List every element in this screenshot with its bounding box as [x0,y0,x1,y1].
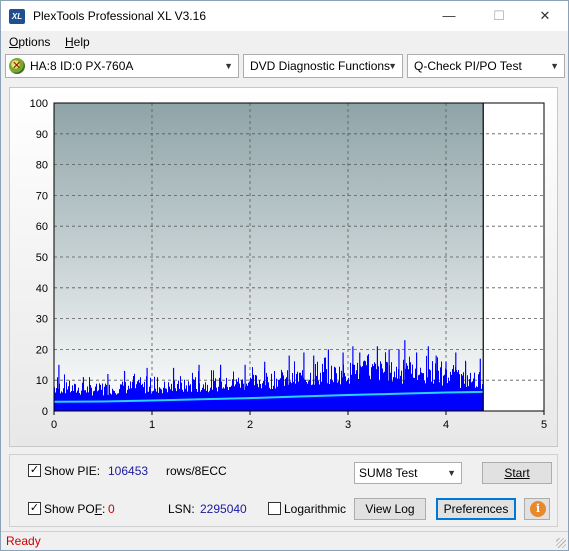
pof-value: 0 [108,502,115,516]
pie-value: 106453 [108,464,149,478]
info-button[interactable]: i [524,498,550,520]
menu-help[interactable]: Help [65,35,90,49]
maximize-button[interactable]: ☐ [476,1,522,31]
drive-select-value: HA:8 ID:0 PX-760A [30,59,134,73]
show-pof-label-post: : [102,502,106,516]
show-pof-label: Show POF: [44,502,105,516]
app-window: XL PlexTools Professional XL V3.16 — ☐ ✕… [0,0,569,551]
pi-po-chart: 0 10 20 30 40 50 60 70 80 90 100 0 1 2 3 4 5 [30,98,547,431]
y-tick-label: 10 [36,375,48,387]
y-tick-label: 0 [42,406,48,418]
title-bar: XL PlexTools Professional XL V3.16 — ☐ ✕ [1,1,568,31]
x-tick-label: 3 [345,419,351,431]
y-tick-label: 70 [36,190,48,202]
window-title: PlexTools Professional XL V3.16 [33,9,206,23]
start-button-label: Start [504,466,530,480]
menu-options[interactable]: Options [9,35,50,49]
chevron-down-icon: ▼ [388,61,397,71]
x-tick-label: 4 [443,419,449,431]
drive-disc-icon: ✕ [9,58,25,74]
x-tick-label: 1 [149,419,155,431]
minimize-button[interactable]: — [426,1,472,31]
checkmark-icon: ✓ [29,464,40,476]
view-log-button[interactable]: View Log [354,498,426,520]
show-pof-label-pre: Show PO [44,502,95,516]
test-select[interactable]: Q-Check PI/PO Test ▼ [407,54,565,78]
menu-help-accel: H [65,35,74,49]
show-pof-checkbox[interactable]: ✓ [28,502,41,515]
sum-test-select[interactable]: SUM8 Test ▼ [354,462,462,484]
chart-area: 0 10 20 30 40 50 60 70 80 90 100 0 1 2 3 4 5 [9,87,558,447]
test-select-value: Q-Check PI/PO Test [414,59,522,73]
y-tick-label: 20 [36,344,48,356]
y-tick-label: 100 [30,98,48,110]
menu-options-label: ptions [18,35,51,49]
checkmark-icon: ✓ [29,502,40,514]
menu-options-accel: O [9,35,19,49]
chevron-down-icon: ▼ [550,61,559,71]
menu-bar: Options Help [1,32,568,52]
x-tick-label: 2 [247,419,253,431]
y-tick-label: 30 [36,314,48,326]
y-tick-label: 80 [36,160,48,172]
y-tick-label: 90 [36,129,48,141]
y-tick-label: 50 [36,252,48,264]
lsn-label: LSN: [168,502,195,516]
lsn-value: 2295040 [200,502,247,516]
y-tick-label: 60 [36,221,48,233]
status-text: Ready [6,534,41,548]
show-pie-label: Show PIE: [44,464,101,478]
close-button[interactable]: ✕ [522,1,568,31]
chevron-down-icon: ▼ [224,61,233,71]
logarithmic-label: Logarithmic [284,502,347,516]
view-log-button-label: View Log [365,502,415,516]
preferences-button-label: Preferences [443,502,509,516]
show-pie-checkbox[interactable]: ✓ [28,464,41,477]
toolbar: ✕ HA:8 ID:0 PX-760A ▼ DVD Diagnostic Fun… [1,54,568,80]
y-tick-label: 40 [36,283,48,295]
control-panel: ✓ Show PIE: 106453 rows/8ECC SUM8 Test ▼… [9,454,558,527]
info-icon: i [530,501,546,517]
resize-grip-icon[interactable] [556,538,566,548]
function-select[interactable]: DVD Diagnostic Functions ▼ [243,54,403,78]
function-select-value: DVD Diagnostic Functions [250,59,391,73]
drive-select[interactable]: ✕ HA:8 ID:0 PX-760A ▼ [5,54,239,78]
sum-test-value: SUM8 Test [359,466,418,480]
show-pof-label-accel: F [94,502,103,516]
pie-unit: rows/8ECC [166,464,227,478]
logarithmic-checkbox[interactable] [268,502,281,515]
chevron-down-icon: ▼ [447,468,456,478]
preferences-button[interactable]: Preferences [436,498,516,520]
status-bar: Ready [1,531,568,550]
start-button[interactable]: Start [482,462,552,484]
x-tick-label: 0 [51,419,57,431]
menu-help-label: elp [73,35,90,49]
app-logo-icon: XL [9,9,25,24]
x-tick-label: 5 [541,419,547,431]
